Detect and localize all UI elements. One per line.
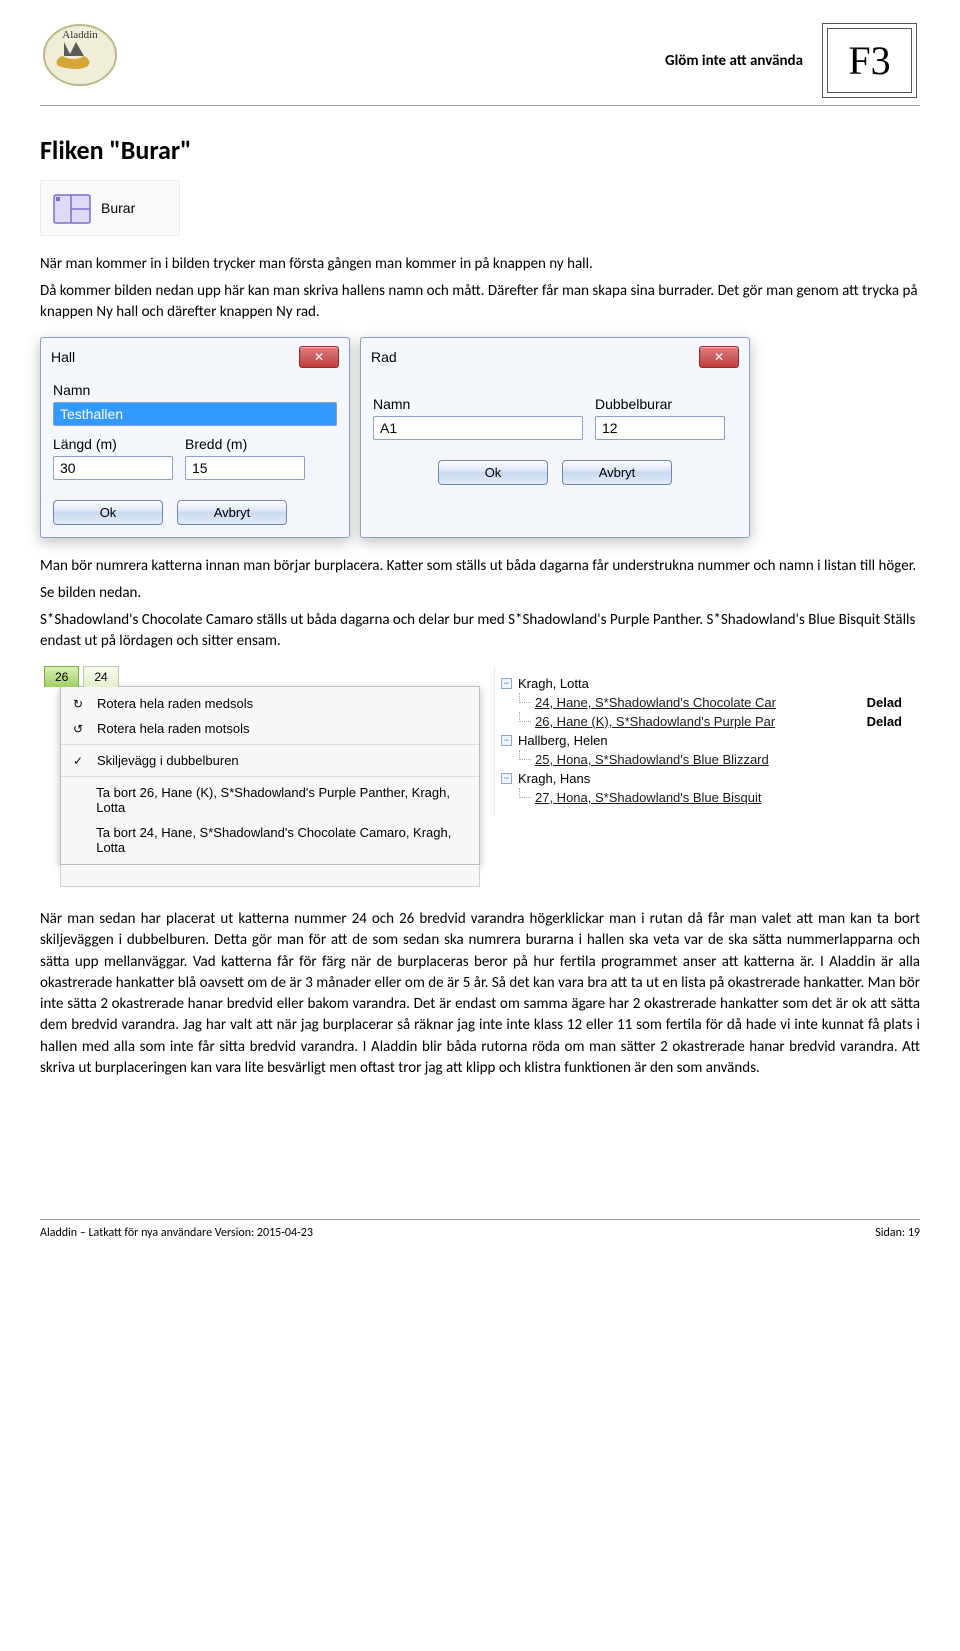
burar-tab-label: Burar [101,200,135,216]
cage-strip [60,865,480,887]
ctx-rotate-ccw[interactable]: ↺ Rotera hela raden motsols [61,716,479,741]
floorplan-icon [51,187,93,229]
cat-link[interactable]: 25, Hona, S*Shadowland's Blue Blizzard [535,752,769,767]
tree-cat-row[interactable]: 27, Hona, S*Shadowland's Blue Bisquit [501,788,908,807]
ctx-label: Ta bort 26, Hane (K), S*Shadowland's Pur… [96,785,467,815]
tree-connector [519,693,531,703]
footer-rule [40,1219,920,1220]
rad-dubbel-input[interactable] [595,416,725,440]
rad-namn-label: Namn [373,396,583,412]
mid-p2: Se bilden nedan. [40,583,920,604]
aladdin-logo: Aladdin [40,20,120,90]
close-icon: ✕ [314,350,324,364]
cage-tab-26[interactable]: 26 [44,666,79,687]
dialog-rad: Rad ✕ Namn Dubbelburar O [360,337,750,538]
close-button[interactable]: ✕ [699,346,739,368]
tree-connector [519,788,531,798]
ctx-rotate-cw[interactable]: ↻ Rotera hela raden medsols [61,691,479,716]
page-title: Fliken "Burar" [40,134,920,166]
menu-separator [61,776,479,777]
intro-line-2: Då kommer bilden nedan upp här kan man s… [40,281,920,323]
ctx-label: Rotera hela raden motsols [97,721,249,736]
dialog-rad-title: Rad [371,349,397,365]
cage-tab-24[interactable]: 24 [83,666,118,687]
shortcut-key-box: F3 [827,28,912,93]
check-icon: ✓ [69,754,87,768]
footer-page: Sidan: 19 [875,1226,920,1240]
hall-ok-button[interactable]: Ok [53,500,163,525]
cat-link[interactable]: 24, Hane, S*Shadowland's Chocolate Car [535,695,776,710]
context-menu: ↻ Rotera hela raden medsols ↺ Rotera hel… [60,686,480,865]
rad-dubbel-label: Dubbelburar [595,396,725,412]
ctx-divider-toggle[interactable]: ✓ Skiljevägg i dubbelburen [61,748,479,773]
tree-cat-row[interactable]: 25, Hona, S*Shadowland's Blue Blizzard [501,750,908,769]
header-rule [40,105,920,106]
ctx-label: Ta bort 24, Hane, S*Shadowland's Chocola… [96,825,467,855]
hall-namn-input[interactable] [53,402,337,426]
rotate-cw-icon: ↻ [69,697,87,711]
context-menu-area: 26 24 ↻ Rotera hela raden medsols ↺ Rote… [40,666,480,887]
dialog-hall: Hall ✕ Namn Längd (m) [40,337,350,538]
ctx-label: Skiljevägg i dubbelburen [97,753,239,768]
owner-name: Kragh, Lotta [518,676,589,691]
hall-bredd-input[interactable] [185,456,305,480]
header-hint: Glöm inte att använda [665,52,803,70]
tree-owner-row[interactable]: − Hallberg, Helen [501,731,908,750]
owner-tree: − Kragh, Lotta 24, Hane, S*Shadowland's … [494,666,914,815]
tree-owner-row[interactable]: − Kragh, Lotta [501,674,908,693]
rad-namn-input[interactable] [373,416,583,440]
status-delad: Delad [867,714,908,729]
close-icon: ✕ [714,350,724,364]
burar-tab-button[interactable]: Burar [40,180,180,236]
collapse-icon[interactable]: − [501,678,512,689]
cat-link[interactable]: 27, Hona, S*Shadowland's Blue Bisquit [535,790,762,805]
cat-link[interactable]: 26, Hane (K), S*Shadowland's Purple Par [535,714,775,729]
rad-ok-button[interactable]: Ok [438,460,548,485]
tree-connector [519,750,531,760]
hall-bredd-label: Bredd (m) [185,436,305,452]
ctx-remove-24[interactable]: Ta bort 24, Hane, S*Shadowland's Chocola… [61,820,479,860]
dialog-hall-title: Hall [51,349,75,365]
rad-avbryt-button[interactable]: Avbryt [562,460,672,485]
tree-cat-row[interactable]: 24, Hane, S*Shadowland's Chocolate Car D… [501,693,908,712]
hall-langd-input[interactable] [53,456,173,480]
tree-connector [519,712,531,722]
tree-cat-row[interactable]: 26, Hane (K), S*Shadowland's Purple Par … [501,712,908,731]
ctx-label: Rotera hela raden medsols [97,696,253,711]
intro-line-1: När man kommer in i bilden trycker man f… [40,254,920,275]
tree-owner-row[interactable]: − Kragh, Hans [501,769,908,788]
status-delad: Delad [867,695,908,710]
collapse-icon[interactable]: − [501,773,512,784]
close-button[interactable]: ✕ [299,346,339,368]
footer-version: Aladdin – Latkatt för nya användare Vers… [40,1226,313,1240]
ctx-remove-26[interactable]: Ta bort 26, Hane (K), S*Shadowland's Pur… [61,780,479,820]
collapse-icon[interactable]: − [501,735,512,746]
hall-langd-label: Längd (m) [53,436,173,452]
hall-avbryt-button[interactable]: Avbryt [177,500,287,525]
menu-separator [61,744,479,745]
owner-name: Hallberg, Helen [518,733,608,748]
owner-name: Kragh, Hans [518,771,590,786]
rotate-ccw-icon: ↺ [69,722,87,736]
mid-p1: Man bör numrera katterna innan man börja… [40,556,920,577]
hall-namn-label: Namn [53,382,337,398]
svg-text:Aladdin: Aladdin [62,29,98,41]
long-paragraph: När man sedan har placerat ut katterna n… [40,909,920,1079]
mid-p3: S*Shadowland's Chocolate Camaro ställs u… [40,610,920,652]
